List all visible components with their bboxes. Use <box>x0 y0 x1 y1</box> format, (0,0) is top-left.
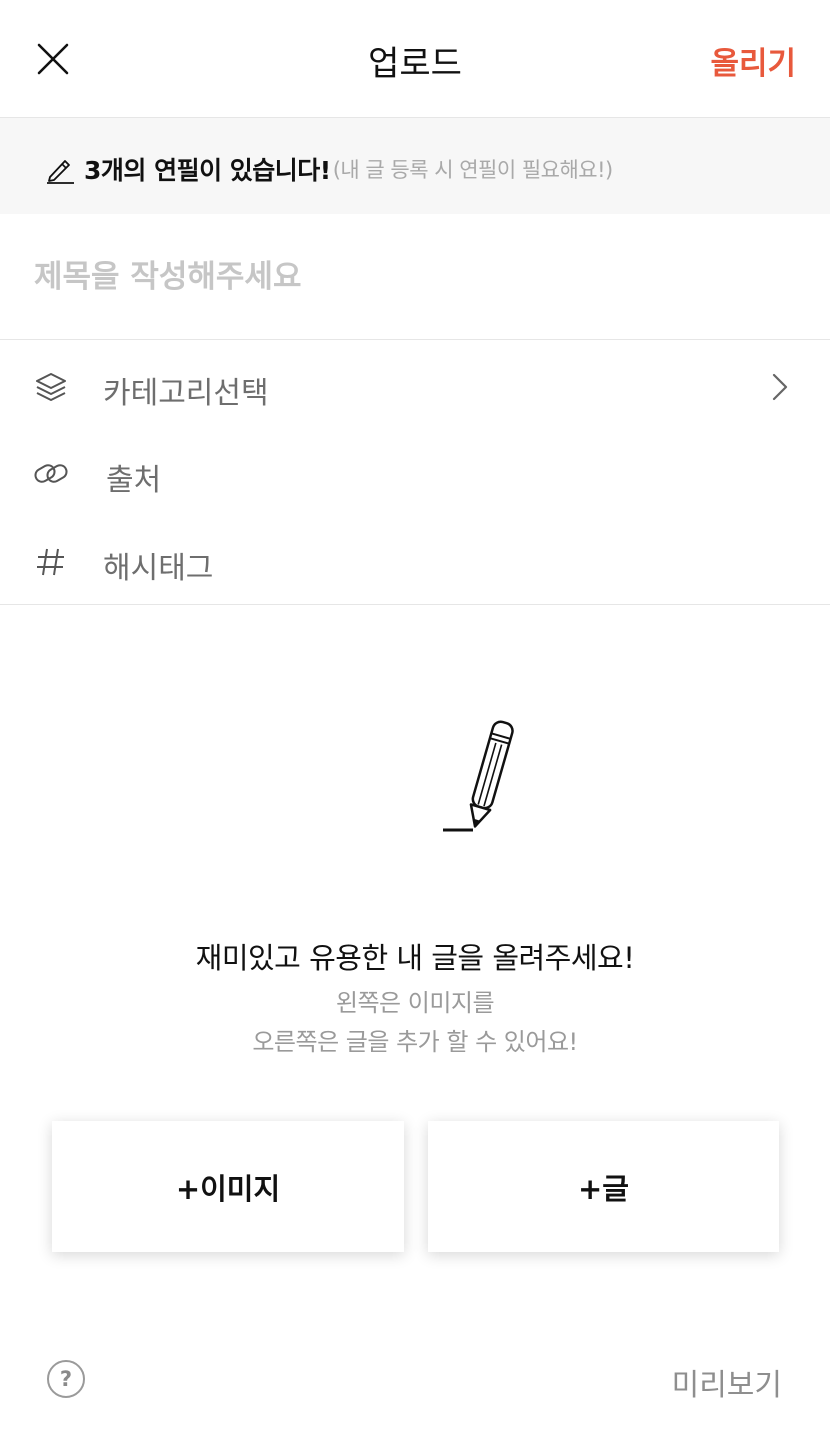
header-bar: 업로드 올리기 <box>0 0 830 118</box>
empty-state-desc-line1: 왼쪽은 이미지를 <box>335 989 495 1017</box>
title-input[interactable] <box>0 214 830 340</box>
source-row[interactable]: 출처 <box>0 429 830 517</box>
hash-icon <box>37 548 64 576</box>
link-icon <box>34 464 68 483</box>
upload-button[interactable]: 올리기 <box>710 38 796 83</box>
add-text-button[interactable]: +글 <box>428 1121 779 1252</box>
help-icon[interactable]: ? <box>47 1360 85 1398</box>
pencil-hint-text: (내 글 등록 시 연필이 필요해요!) <box>332 158 614 182</box>
empty-state-desc-line2: 오른쪽은 글을 추가 할 수 있어요! <box>252 1028 578 1056</box>
source-label: 출처 <box>106 463 162 498</box>
page-title: 업로드 <box>368 44 462 84</box>
preview-button[interactable]: 미리보기 <box>672 1360 782 1404</box>
pencil-writing-icon <box>443 720 514 832</box>
empty-state-title: 재미있고 유용한 내 글을 올려주세요! <box>195 941 635 975</box>
category-select-row[interactable]: 카테고리선택 <box>0 342 830 430</box>
layers-icon <box>36 373 66 401</box>
section-divider <box>0 604 830 605</box>
pencil-icon <box>47 160 74 184</box>
add-image-button[interactable]: +이미지 <box>52 1121 404 1252</box>
pencil-count-text: 3개의 연필이 있습니다! <box>84 156 331 185</box>
chevron-right-icon <box>772 373 788 401</box>
hashtag-label: 해시태그 <box>103 551 214 586</box>
hashtag-row[interactable]: 해시태그 <box>0 517 830 605</box>
category-label: 카테고리선택 <box>103 376 269 411</box>
pencil-notice: 3개의 연필이 있습니다! (내 글 등록 시 연필이 필요해요!) <box>44 151 613 187</box>
upload-screen: 업로드 올리기 3개의 연필이 있습니다! (내 글 등록 시 연필이 필요해요… <box>0 0 830 1432</box>
pencil-notice-bar: 3개의 연필이 있습니다! (내 글 등록 시 연필이 필요해요!) <box>0 118 830 214</box>
